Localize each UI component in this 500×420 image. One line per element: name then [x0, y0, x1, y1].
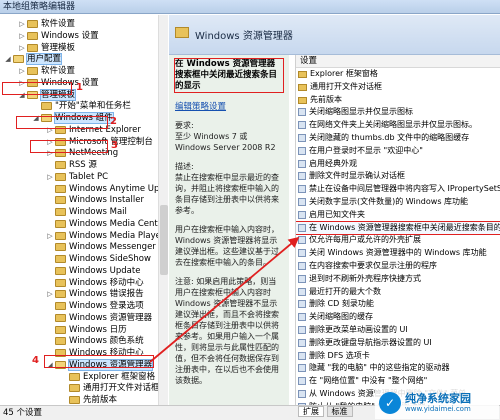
watermark-title: 纯净系统家园 [405, 392, 471, 405]
watermark: ✓ 纯净系统家园 www.yidaimei.com [375, 387, 499, 419]
tab-standard[interactable]: 标准 [326, 406, 353, 417]
view-tabs: 扩展 标准 [298, 405, 353, 420]
watermark-logo-icon: ✓ [379, 392, 401, 414]
settings-count: 45 个设置 [3, 408, 43, 418]
watermark-url: www.yidaimei.com [405, 405, 471, 413]
annotation-arrow [149, 236, 300, 363]
tab-extended[interactable]: 扩展 [298, 406, 324, 417]
